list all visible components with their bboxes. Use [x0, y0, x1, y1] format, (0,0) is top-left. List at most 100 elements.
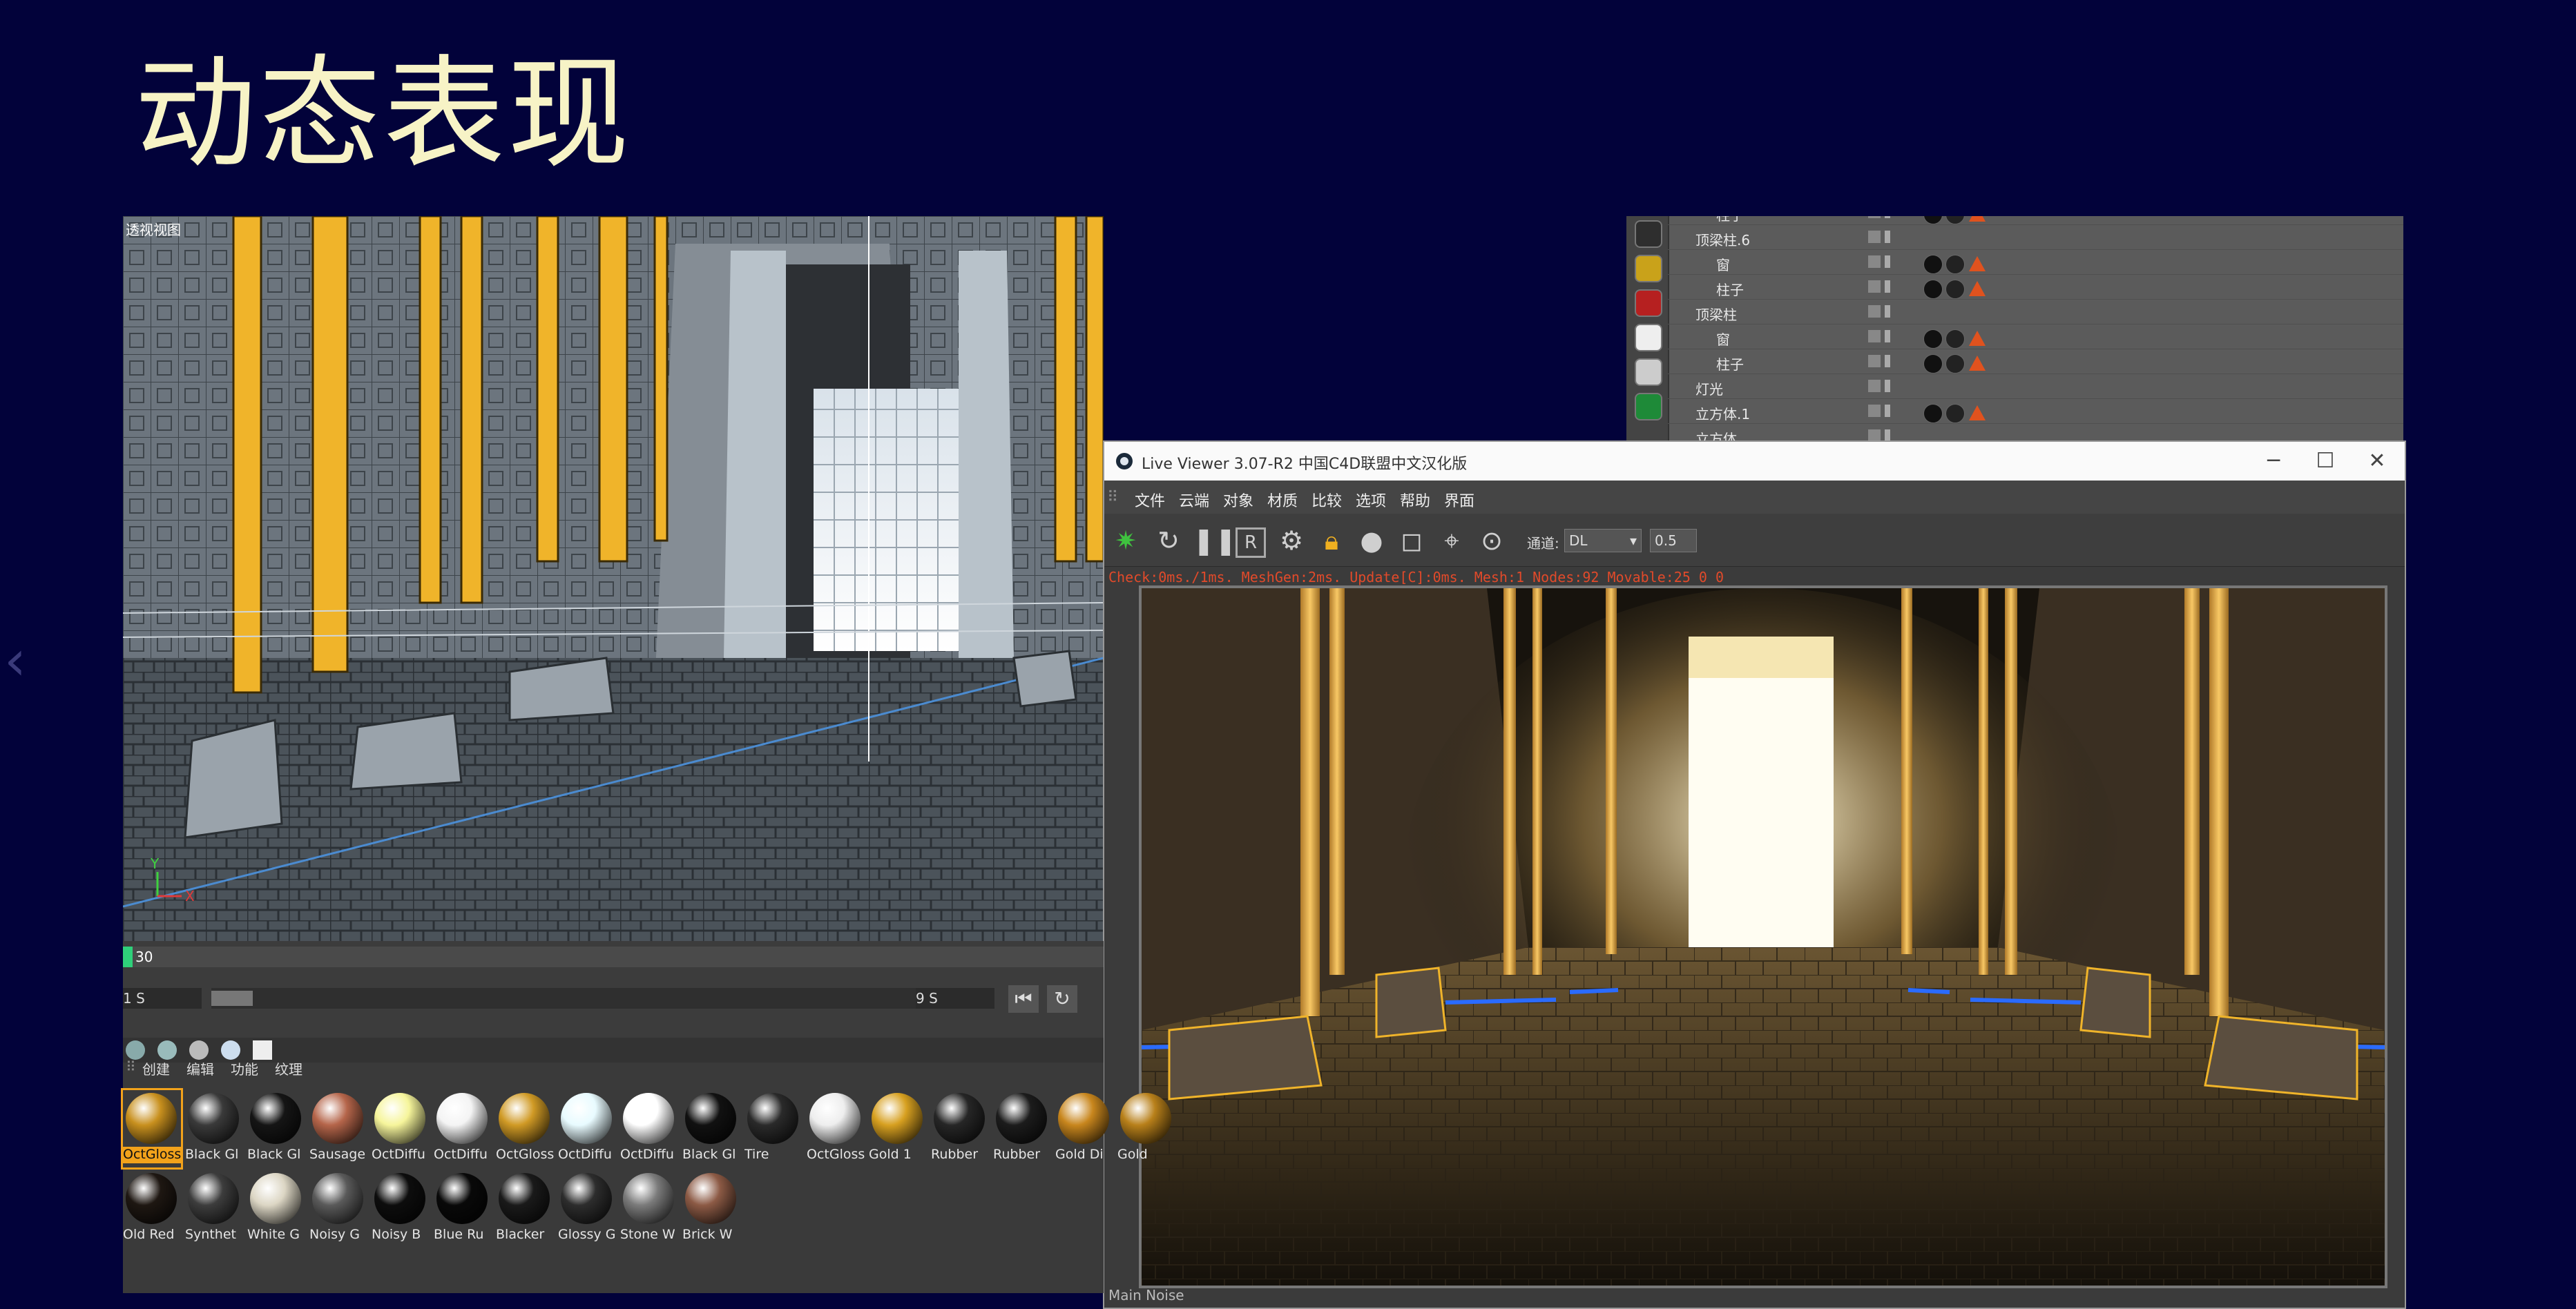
material-swatch[interactable]: Stone W	[620, 1170, 678, 1248]
material-swatch[interactable]: Black Gl	[247, 1090, 305, 1167]
menu-compare[interactable]: 比较	[1311, 489, 1342, 511]
material-swatch[interactable]: Black Gl	[185, 1090, 243, 1167]
material-swatch[interactable]: Tire	[744, 1090, 802, 1167]
time-range-slider[interactable]	[211, 988, 923, 1009]
minimize-button[interactable]: ─	[2253, 447, 2294, 475]
material-swatch[interactable]: Sausage	[309, 1090, 367, 1167]
object-row[interactable]: 窗	[1668, 324, 2403, 349]
object-row[interactable]: 柱子	[1668, 349, 2403, 374]
frame-ruler[interactable]: 30	[123, 947, 1104, 967]
sun-light-icon[interactable]	[1635, 255, 1662, 282]
octane-render-icon[interactable]: ✷	[1110, 525, 1142, 556]
menu-file[interactable]: 文件	[1135, 489, 1165, 511]
restart-render-icon[interactable]: ↻	[1153, 525, 1184, 556]
lock-icon[interactable]: 🔒︎	[1316, 525, 1347, 556]
area-light-icon[interactable]	[1635, 324, 1662, 351]
material-swatch[interactable]: Blacker	[496, 1170, 554, 1248]
menu-options[interactable]: 选项	[1356, 489, 1386, 511]
visibility-toggle[interactable]	[1868, 404, 1903, 418]
go-to-start-icon[interactable]: ⏮	[1008, 985, 1039, 1013]
target-icon[interactable]	[1635, 358, 1662, 386]
pick-material-icon[interactable]: ⊙	[1476, 525, 1508, 556]
menu-objects[interactable]: 对象	[1223, 489, 1253, 511]
material-tags[interactable]	[1923, 277, 2103, 299]
object-row[interactable]: 窗	[1668, 249, 2403, 275]
previous-slide-arrow-icon[interactable]: ‹	[4, 628, 26, 692]
refresh-icon[interactable]	[1635, 393, 1662, 420]
settings-gear-icon[interactable]: ⚙	[1276, 525, 1307, 556]
material-swatch[interactable]: OctGloss	[496, 1090, 554, 1167]
material-swatch[interactable]: Glossy G	[558, 1170, 616, 1248]
material-swatch[interactable]: Noisy G	[309, 1170, 367, 1248]
material-swatch[interactable]: Blue Ru	[434, 1170, 492, 1248]
visibility-toggle[interactable]	[1868, 280, 1903, 293]
perspective-viewport[interactable]: 透视视图 Y X	[123, 216, 1104, 941]
object-row[interactable]: 灯光	[1668, 374, 2403, 399]
maximize-button[interactable]: ☐	[2305, 447, 2346, 475]
material-swatch[interactable]: Rubber	[993, 1090, 1051, 1167]
material-swatch[interactable]: White G	[247, 1170, 305, 1248]
material-tags[interactable]	[1923, 252, 2103, 274]
material-tags[interactable]	[1923, 351, 2103, 374]
material-swatch[interactable]: Rubber	[931, 1090, 989, 1167]
material-swatch[interactable]: Old Red	[123, 1170, 181, 1248]
material-swatch[interactable]: Gold 1	[869, 1090, 927, 1167]
object-manager[interactable]: 柱子顶梁柱.6窗柱子顶梁柱窗柱子灯光立方体.1立方体	[1626, 216, 2403, 444]
material-tags[interactable]	[1923, 401, 2103, 423]
menu-cloud[interactable]: 云端	[1179, 489, 1209, 511]
material-grid-icon[interactable]	[253, 1040, 272, 1060]
clay-mode-icon[interactable]: ◻	[1396, 525, 1428, 556]
visibility-toggle[interactable]	[1868, 354, 1903, 368]
pause-icon[interactable]: ❚❚	[1193, 525, 1237, 556]
menu-interface[interactable]: 界面	[1444, 489, 1474, 511]
close-button[interactable]: ✕	[2356, 447, 2398, 475]
material-swatch[interactable]: OctGloss	[807, 1090, 865, 1167]
live-viewer-titlebar[interactable]: Live Viewer 3.07-R2 中国C4D联盟中文汉化版 ─ ☐ ✕	[1104, 442, 2405, 481]
material-swatch[interactable]: OctDiffu	[620, 1090, 678, 1167]
material-tags[interactable]	[1923, 216, 2103, 224]
material-preview-icon[interactable]: ●	[1356, 525, 1387, 556]
loop-icon[interactable]: ↻	[1047, 985, 1077, 1013]
material-swatch[interactable]: Gold	[1117, 1090, 1175, 1167]
material-swatch[interactable]: OctDiffu	[372, 1090, 430, 1167]
preview-sphere-icon[interactable]	[157, 1040, 177, 1060]
menu-materials[interactable]: 材质	[1267, 489, 1298, 511]
visibility-toggle[interactable]	[1868, 230, 1903, 244]
object-row[interactable]: 立方体.1	[1668, 398, 2403, 424]
visibility-toggle[interactable]	[1868, 255, 1903, 269]
material-swatch[interactable]: Noisy B	[372, 1170, 430, 1248]
material-swatch[interactable]: Synthet	[185, 1170, 243, 1248]
playhead-marker[interactable]	[123, 947, 133, 967]
end-time-field[interactable]: 9 S	[916, 988, 994, 1009]
material-manager[interactable]: ⠿ 创建 编辑 功能 纹理 OctGloss Black Gl Black Gl Sa…	[121, 1038, 1171, 1293]
pick-focus-icon[interactable]: ⌖	[1436, 525, 1468, 556]
visibility-toggle[interactable]	[1868, 304, 1903, 318]
preview-sphere-icon[interactable]	[126, 1040, 145, 1060]
material-tags[interactable]	[1923, 327, 2103, 349]
channel-factor-input[interactable]: 0.5	[1650, 529, 1697, 552]
live-viewer-window[interactable]: Live Viewer 3.07-R2 中国C4D联盟中文汉化版 ─ ☐ ✕ ⠿…	[1103, 440, 2406, 1309]
region-render-icon[interactable]: R	[1236, 527, 1266, 558]
tab-edit[interactable]: 编辑	[186, 1058, 214, 1078]
material-swatch[interactable]: Gold Di	[1055, 1090, 1113, 1167]
visibility-toggle[interactable]	[1868, 329, 1903, 343]
visibility-toggle[interactable]	[1868, 379, 1903, 393]
camera-icon[interactable]	[1635, 289, 1662, 317]
preview-sphere-icon[interactable]	[189, 1040, 209, 1060]
tab-texture[interactable]: 纹理	[275, 1058, 302, 1078]
display-mode-icon[interactable]	[1635, 220, 1662, 248]
channel-select[interactable]: DL ▾	[1564, 529, 1642, 552]
object-row[interactable]: 顶梁柱	[1668, 299, 2403, 324]
visibility-toggle[interactable]	[1868, 216, 1903, 219]
tab-function[interactable]: 功能	[231, 1058, 258, 1078]
material-swatch[interactable]: Black Gl	[682, 1090, 740, 1167]
menu-help[interactable]: 帮助	[1400, 489, 1430, 511]
time-range-handle[interactable]	[211, 991, 253, 1006]
material-swatch[interactable]: OctDiffu	[434, 1090, 492, 1167]
object-row[interactable]: 柱子	[1668, 274, 2403, 300]
object-row[interactable]: 顶梁柱.6	[1668, 224, 2403, 250]
material-swatch[interactable]: OctGloss	[121, 1088, 183, 1170]
preview-sphere-icon[interactable]	[221, 1040, 240, 1060]
material-swatch[interactable]: Brick W	[682, 1170, 740, 1248]
render-output[interactable]	[1139, 585, 2387, 1288]
